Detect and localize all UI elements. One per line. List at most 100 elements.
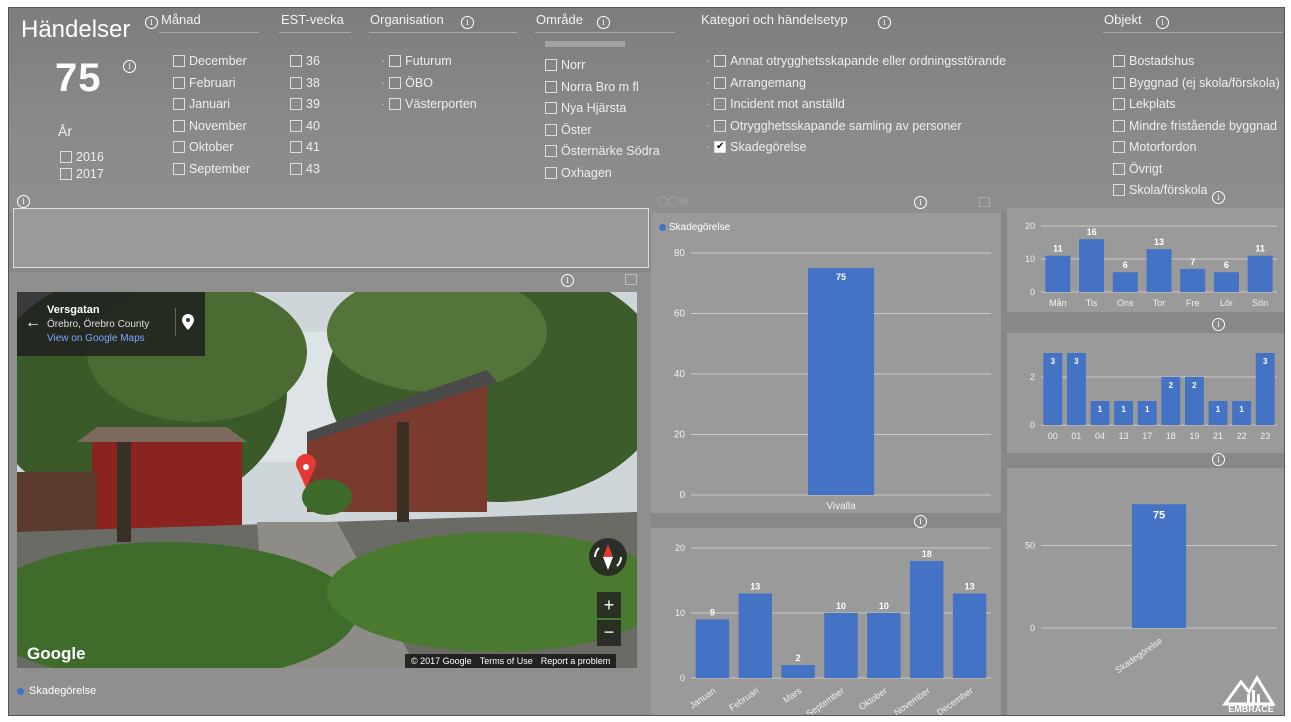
info-icon[interactable]: i bbox=[123, 60, 136, 73]
checkbox[interactable] bbox=[290, 141, 302, 153]
info-icon[interactable]: i bbox=[145, 16, 158, 29]
bar[interactable] bbox=[1079, 239, 1105, 292]
info-icon[interactable]: i bbox=[17, 195, 30, 208]
checkbox[interactable] bbox=[1113, 76, 1125, 89]
checkbox[interactable] bbox=[714, 119, 727, 132]
checkbox[interactable] bbox=[290, 162, 302, 175]
checkbox[interactable] bbox=[173, 55, 185, 67]
checkbox[interactable] bbox=[173, 162, 185, 175]
checkbox[interactable] bbox=[290, 98, 302, 110]
info-icon[interactable]: i bbox=[561, 274, 574, 287]
checkbox[interactable] bbox=[290, 55, 302, 67]
checkbox[interactable] bbox=[60, 151, 72, 163]
month-option[interactable]: November bbox=[173, 117, 247, 135]
checkbox[interactable] bbox=[173, 141, 185, 153]
info-icon[interactable]: i bbox=[1156, 16, 1169, 29]
bar[interactable] bbox=[867, 613, 901, 678]
checkbox[interactable] bbox=[545, 102, 557, 114]
month-option[interactable]: December bbox=[173, 52, 247, 70]
bar[interactable] bbox=[1112, 272, 1138, 292]
month-option[interactable]: Oktober bbox=[173, 138, 233, 156]
bar[interactable] bbox=[910, 561, 944, 678]
week-option[interactable]: 38 bbox=[290, 74, 320, 92]
checkbox[interactable] bbox=[1113, 119, 1125, 132]
bar[interactable] bbox=[824, 613, 858, 678]
category-option[interactable]: · ✔ Skadegörelse bbox=[706, 138, 807, 156]
week-option[interactable]: 36 bbox=[290, 52, 320, 70]
info-icon[interactable]: i bbox=[1212, 318, 1225, 331]
pin-button-icon[interactable] bbox=[175, 308, 200, 336]
checkbox[interactable] bbox=[173, 119, 185, 132]
bar[interactable] bbox=[738, 593, 772, 679]
checkbox[interactable] bbox=[714, 76, 727, 89]
bar[interactable] bbox=[1146, 249, 1172, 292]
object-option[interactable]: Skola/förskola bbox=[1113, 181, 1208, 199]
checkbox[interactable] bbox=[545, 145, 557, 157]
checkbox[interactable] bbox=[173, 76, 185, 89]
area-option[interactable]: Öster bbox=[545, 121, 592, 139]
object-option[interactable]: Bostadshus bbox=[1113, 52, 1194, 70]
compass-icon[interactable] bbox=[589, 538, 627, 576]
checkbox[interactable]: ✔ bbox=[714, 141, 727, 153]
checkbox[interactable] bbox=[545, 166, 557, 179]
checkbox[interactable] bbox=[545, 59, 557, 71]
object-option[interactable]: Byggnad (ej skola/förskola) bbox=[1113, 74, 1280, 92]
focus-mode-icon[interactable] bbox=[979, 197, 990, 207]
info-icon[interactable]: i bbox=[1212, 191, 1225, 204]
bar[interactable] bbox=[1247, 255, 1273, 292]
checkbox[interactable] bbox=[60, 168, 72, 180]
bar[interactable] bbox=[1045, 255, 1071, 292]
checkbox[interactable] bbox=[389, 76, 402, 89]
object-option[interactable]: Lekplats bbox=[1113, 95, 1176, 113]
checkbox[interactable] bbox=[545, 123, 557, 136]
category-option[interactable]: · Incident mot anställd bbox=[706, 95, 845, 113]
object-option[interactable]: Övrigt bbox=[1113, 160, 1162, 178]
area-option[interactable]: Norra Bro m fl bbox=[545, 78, 639, 96]
zoom-in-button[interactable]: + bbox=[597, 592, 621, 618]
checkbox[interactable] bbox=[714, 55, 727, 67]
category-option[interactable]: · Otrygghetsskapande samling av personer bbox=[706, 117, 962, 135]
zoom-out-button[interactable]: − bbox=[597, 620, 621, 646]
area-option[interactable]: Östernärke Södra bbox=[545, 142, 660, 160]
checkbox[interactable] bbox=[1113, 184, 1125, 196]
week-option[interactable]: 43 bbox=[290, 160, 320, 178]
object-option[interactable]: Mindre fristående byggnad bbox=[1113, 117, 1277, 135]
month-option[interactable]: September bbox=[173, 160, 250, 178]
year-option-2016[interactable]: 2016 bbox=[60, 148, 104, 166]
month-option[interactable]: Februari bbox=[173, 74, 236, 92]
bar[interactable] bbox=[695, 619, 730, 679]
info-icon[interactable]: i bbox=[1212, 453, 1225, 466]
checkbox[interactable] bbox=[714, 98, 727, 110]
checkbox[interactable] bbox=[173, 98, 185, 110]
checkbox[interactable] bbox=[389, 98, 402, 110]
category-option[interactable]: · Annat otrygghetsskapande eller ordnings… bbox=[706, 52, 1006, 70]
info-icon[interactable]: i bbox=[914, 196, 927, 209]
bar[interactable] bbox=[1131, 504, 1187, 628]
checkbox[interactable] bbox=[1113, 98, 1125, 110]
checkbox[interactable] bbox=[290, 76, 302, 89]
week-option[interactable]: 41 bbox=[290, 138, 320, 156]
view-on-google-maps-link[interactable]: View on Google Maps bbox=[47, 333, 145, 344]
org-option[interactable]: · ÖBO bbox=[381, 74, 433, 92]
week-option[interactable]: 39 bbox=[290, 95, 320, 113]
week-option[interactable]: 40 bbox=[290, 117, 320, 135]
report-link[interactable]: Report a problem bbox=[541, 656, 611, 666]
focus-mode-icon[interactable] bbox=[625, 274, 637, 285]
bar[interactable] bbox=[781, 665, 815, 678]
area-option[interactable]: Nya Hjärsta bbox=[545, 99, 626, 117]
street-view[interactable]: ← Versgatan Örebro, Örebro County View o… bbox=[17, 292, 637, 668]
area-option[interactable]: Norr bbox=[545, 56, 585, 74]
object-option[interactable]: Motorfordon bbox=[1113, 138, 1196, 156]
org-option[interactable]: · Futurum bbox=[381, 52, 452, 70]
bar[interactable] bbox=[1180, 268, 1206, 292]
category-option[interactable]: · Arrangemang bbox=[706, 74, 806, 92]
bar[interactable] bbox=[808, 268, 874, 495]
back-arrow-icon[interactable]: ← bbox=[25, 314, 41, 332]
month-option[interactable]: Januari bbox=[173, 95, 230, 113]
checkbox[interactable] bbox=[1113, 162, 1125, 175]
area-option[interactable]: Oxhagen bbox=[545, 164, 612, 182]
checkbox[interactable] bbox=[1113, 55, 1125, 67]
checkbox[interactable] bbox=[1113, 141, 1125, 153]
info-icon[interactable]: i bbox=[878, 16, 891, 29]
org-option[interactable]: · Västerporten bbox=[381, 95, 477, 113]
